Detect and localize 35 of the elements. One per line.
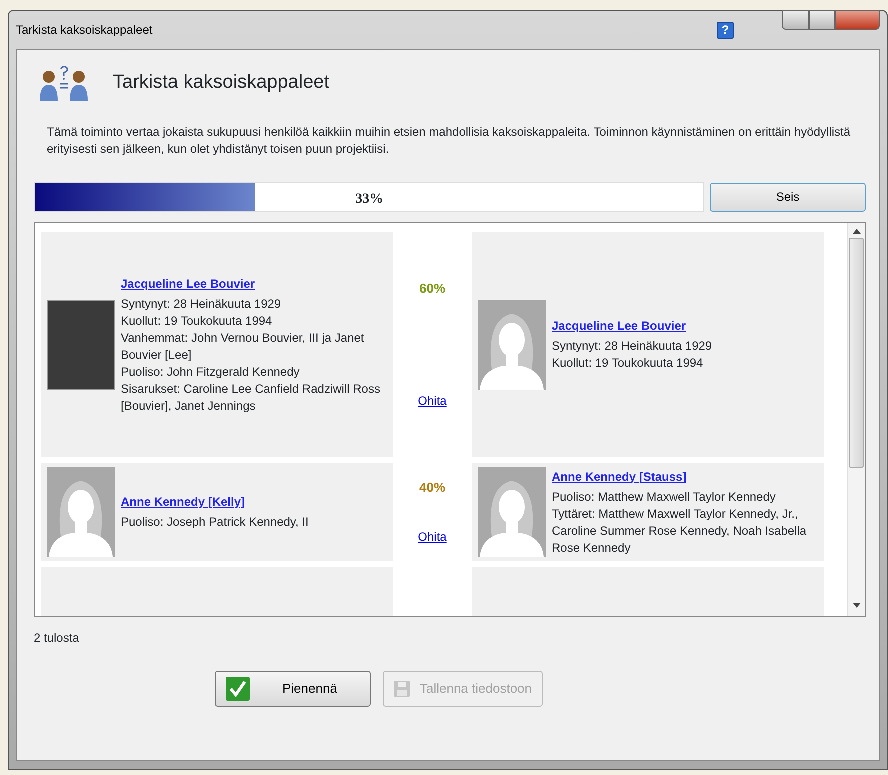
person-detail: Tyttäret: Matthew Maxwell Taylor Kennedy, Jr., Caroline Summer Rose Kennedy, Noah Isabella Rose Kennedy <box>552 506 808 556</box>
scroll-thumb[interactable] <box>849 238 864 468</box>
close-button[interactable] <box>835 10 880 30</box>
skip-link[interactable]: Ohita <box>418 528 447 546</box>
person-detail: Puoliso: John Fitzgerald Kennedy <box>121 364 301 380</box>
description-text: Tämä toiminto vertaa jokaista sukupuusi henkilöä kaikkiin muihin etsien mahdollisia kaksoiskappaleita. Toiminnon käynnistäminen on erittäin hyödyllistä erityisesti sen jälkeen, kun olet yhdistänyt toisen puun projektiisi. <box>47 124 852 158</box>
match-score: 60% <box>419 280 446 298</box>
help-button[interactable]: ? <box>717 22 734 38</box>
people-compare-icon <box>39 64 91 102</box>
person-detail: Kuollut: 19 Toukokuuta 1994 <box>121 312 274 330</box>
progress-reading: 33% <box>356 191 384 209</box>
minimize-button[interactable] <box>782 10 809 30</box>
scroll-up-icon[interactable] <box>852 229 860 234</box>
window-title: Tarkista kaksoiskappaleet <box>16 22 153 39</box>
person-name-link[interactable]: Anne Kennedy [Stauss] <box>552 468 818 486</box>
person-detail: Puoliso: Joseph Patrick Kennedy, II <box>121 514 309 531</box>
person-name-link[interactable]: Jacqueline Lee Bouvier <box>121 274 387 292</box>
stop-button[interactable]: Seis <box>710 182 866 212</box>
person-detail: Vanhemmat: John Vernou Bouvier, III ja Janet Bouvier [Lee] <box>121 330 366 364</box>
person-name-link[interactable]: Jacqueline Lee Bouvier <box>552 317 712 335</box>
scroll-down-icon[interactable] <box>852 603 860 608</box>
scrollbar[interactable] <box>847 223 865 616</box>
checkmark-icon <box>226 677 250 701</box>
person-detail: Puoliso: Matthew Maxwell Taylor Kennedy <box>552 488 777 506</box>
person-name-link[interactable]: Anne Kennedy [Kelly] <box>121 493 309 511</box>
skip-link[interactable]: Ohita <box>418 392 447 410</box>
person-detail: Kuollut: 19 Toukokuuta 1994 <box>552 355 704 372</box>
person-detail: Syntynyt: 28 Heinäkuuta 1929 <box>552 338 712 355</box>
person-detail: Sisarukset: Caroline Lee Canfield Radziwill Ross [Bouvier], Janet Jennings <box>121 380 382 414</box>
dialog-heading: Tarkista kaksoiskappaleet <box>113 70 330 95</box>
person-detail: Syntynyt: 28 Heinäkuuta 1929 <box>121 296 282 312</box>
reduce-button[interactable]: Pienennä <box>214 671 371 707</box>
match-score: 40% <box>419 479 446 498</box>
maximize-button[interactable] <box>809 10 835 30</box>
result-count: 2 tulosta <box>34 630 80 647</box>
